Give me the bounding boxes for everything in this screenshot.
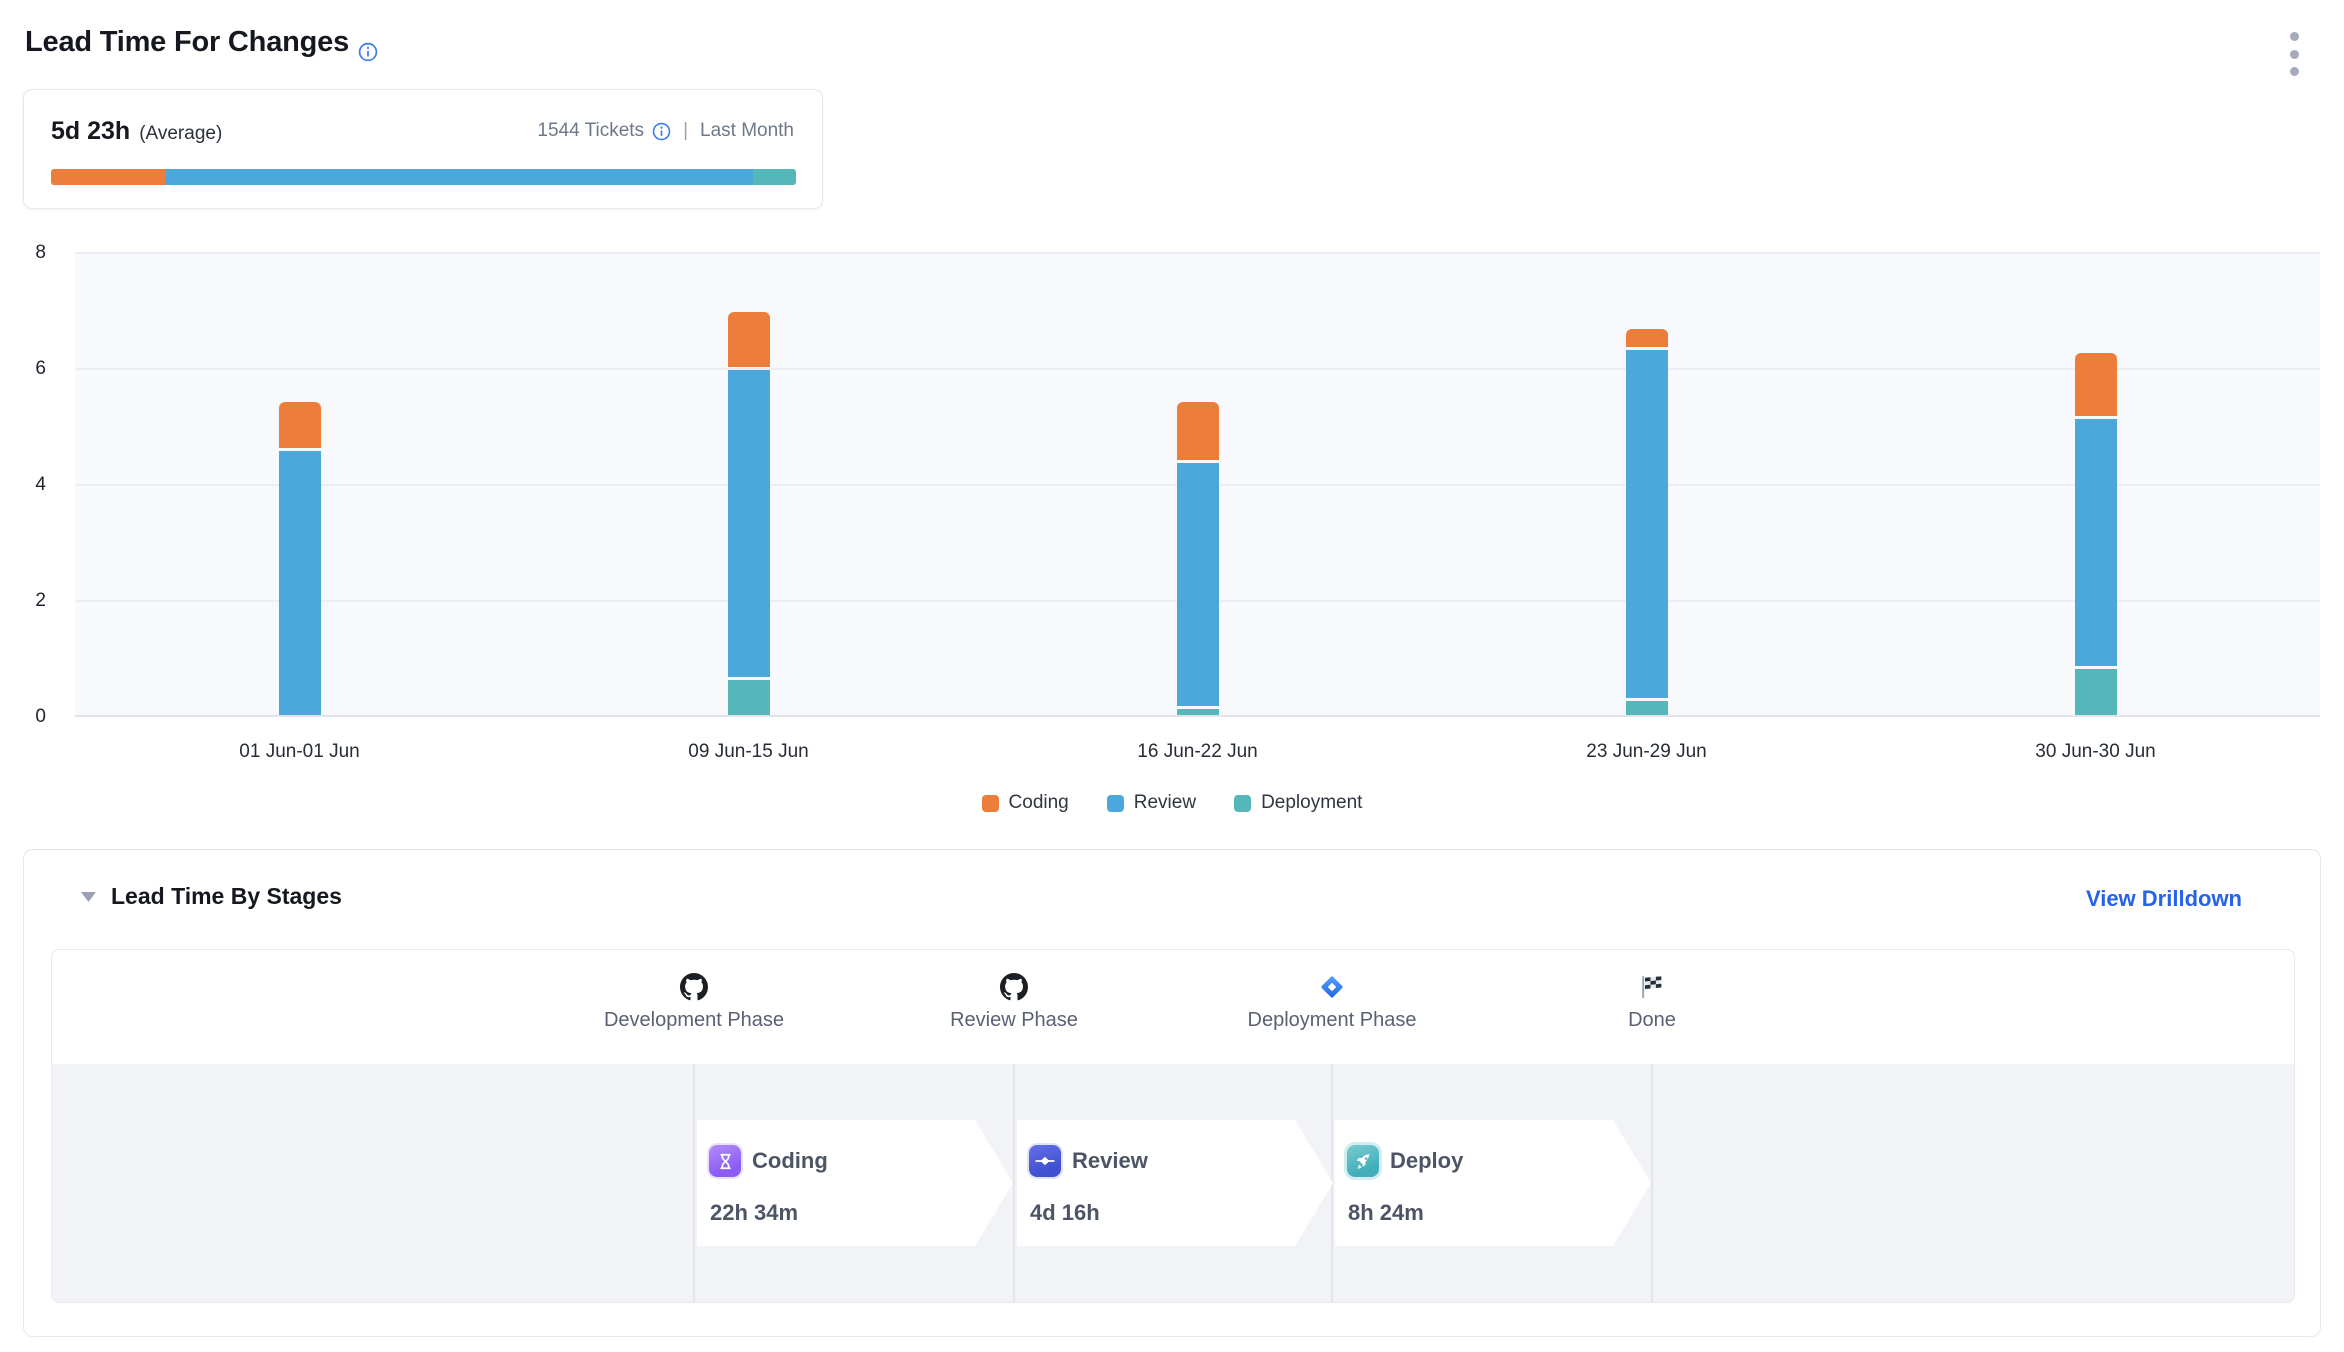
bar-segment-deployment[interactable] [728, 680, 770, 715]
bar-30-jun-30-jun[interactable] [2075, 353, 2117, 715]
stage-chip-deploy[interactable]: Deploy 8h 24m [1335, 1120, 1651, 1246]
stage-duration: 22h 34m [710, 1200, 798, 1226]
bar-09-jun-15-jun[interactable] [728, 312, 770, 715]
stage-label: Coding [752, 1148, 828, 1174]
bar-segment-deployment[interactable] [2075, 669, 2117, 715]
rocket-icon [1347, 1145, 1379, 1177]
column-divider [1651, 1064, 1653, 1302]
legend-label: Deployment [1261, 792, 1362, 814]
bar-23-jun-29-jun[interactable] [1626, 329, 1668, 715]
y-tick-label: 8 [0, 240, 46, 266]
phase-label: Development Phase [564, 1009, 824, 1032]
y-tick-label: 6 [0, 356, 46, 382]
x-tick-label: 01 Jun-01 Jun [239, 741, 359, 763]
phase-done: Done [1522, 950, 1782, 1032]
separator: | [679, 120, 692, 142]
bar-segment-deployment[interactable] [1626, 701, 1668, 715]
stages-title: Lead Time By Stages [111, 883, 342, 910]
tickets-info-icon[interactable] [652, 122, 671, 141]
average-label: (Average) [139, 123, 222, 145]
x-tick-label: 09 Jun-15 Jun [688, 741, 808, 763]
tickets-count: 1544 Tickets [537, 120, 644, 142]
y-tick-label: 0 [0, 704, 46, 730]
bar-segment-coding[interactable] [279, 402, 321, 448]
jira-diamond-icon [1202, 972, 1462, 1002]
bar-segment-review[interactable] [1177, 463, 1219, 707]
x-tick-label: 16 Jun-22 Jun [1137, 741, 1257, 763]
github-icon [884, 972, 1144, 1002]
bar-segment-review[interactable] [279, 451, 321, 715]
view-drilldown-link[interactable]: View Drilldown [2086, 886, 2242, 912]
legend-swatch [1107, 795, 1124, 812]
bar-segment-deployment[interactable] [1177, 709, 1219, 715]
kebab-menu-icon[interactable] [2288, 32, 2300, 76]
chart-legend: Coding Review Deployment [0, 792, 2344, 814]
bar-segment-coding[interactable] [2075, 353, 2117, 417]
phase-deployment-phase: Deployment Phase [1202, 950, 1462, 1032]
stage-chip-coding[interactable]: Coding 22h 34m [697, 1120, 1013, 1246]
summary-stacked-bar [51, 169, 796, 185]
collapse-triangle-icon [79, 890, 98, 904]
legend-label: Review [1134, 792, 1196, 814]
stage-duration: 4d 16h [1030, 1200, 1100, 1226]
stages-section: Lead Time By Stages View Drilldown Devel… [23, 849, 2321, 1337]
stages-collapse-toggle[interactable]: Lead Time By Stages [79, 883, 342, 910]
gridline [75, 252, 2320, 254]
phase-label: Deployment Phase [1202, 1009, 1462, 1032]
bar-segment-review[interactable] [1626, 350, 1668, 698]
stage-label: Review [1072, 1148, 1148, 1174]
bar-segment-coding[interactable] [1626, 329, 1668, 346]
summary-card: 5d 23h (Average) 1544 Tickets | Last Mon… [23, 89, 823, 209]
page-title: Lead Time For Changes [25, 26, 349, 59]
bar-segment-review[interactable] [728, 370, 770, 677]
phase-review-phase: Review Phase [884, 950, 1144, 1032]
y-tick-label: 2 [0, 588, 46, 614]
legend-item-review[interactable]: Review [1107, 792, 1196, 814]
column-divider [693, 1064, 695, 1302]
stage-label: Deploy [1390, 1148, 1463, 1174]
bar-01-jun-01-jun[interactable] [279, 402, 321, 715]
summary-bar-segment-review [165, 169, 753, 185]
phase-development-phase: Development Phase [564, 950, 824, 1032]
stage-duration: 8h 24m [1348, 1200, 1424, 1226]
x-tick-label: 30 Jun-30 Jun [2035, 741, 2155, 763]
info-icon[interactable] [358, 42, 378, 62]
legend-swatch [982, 795, 999, 812]
bar-16-jun-22-jun[interactable] [1177, 402, 1219, 715]
phase-label: Review Phase [884, 1009, 1144, 1032]
gridline [75, 368, 2320, 370]
period-label: Last Month [700, 120, 794, 142]
x-tick-label: 23 Jun-29 Jun [1586, 741, 1706, 763]
legend-item-coding[interactable]: Coding [982, 792, 1069, 814]
stages-table: Development Phase Review Phase Deployment … [51, 949, 2295, 1303]
checkered-flag-icon [1522, 972, 1782, 1002]
github-icon [564, 972, 824, 1002]
stages-flow-area: Coding 22h 34m Review 4d 16h Deploy 8h 24m [52, 1064, 2294, 1302]
legend-swatch [1234, 795, 1251, 812]
bar-segment-coding[interactable] [728, 312, 770, 367]
code-review-icon [1029, 1145, 1061, 1177]
column-divider [1013, 1064, 1015, 1302]
legend-label: Coding [1009, 792, 1069, 814]
hourglass-icon [709, 1145, 741, 1177]
y-tick-label: 4 [0, 472, 46, 498]
bar-segment-coding[interactable] [1177, 402, 1219, 460]
phase-label: Done [1522, 1009, 1782, 1032]
average-value: 5d 23h [51, 117, 130, 146]
summary-bar-segment-deployment [753, 169, 796, 185]
summary-bar-segment-coding [51, 169, 165, 185]
x-axis: 01 Jun-01 Jun 09 Jun-15 Jun 16 Jun-22 Jun 2… [75, 741, 2320, 767]
stage-chip-review[interactable]: Review 4d 16h [1017, 1120, 1333, 1246]
lead-time-dashboard: Lead Time For Changes 5d 23h (Average) 1… [0, 0, 2344, 1352]
chart-plot [75, 253, 2320, 717]
bar-segment-review[interactable] [2075, 419, 2117, 665]
legend-item-deployment[interactable]: Deployment [1234, 792, 1362, 814]
y-axis: 02468 [0, 253, 52, 717]
